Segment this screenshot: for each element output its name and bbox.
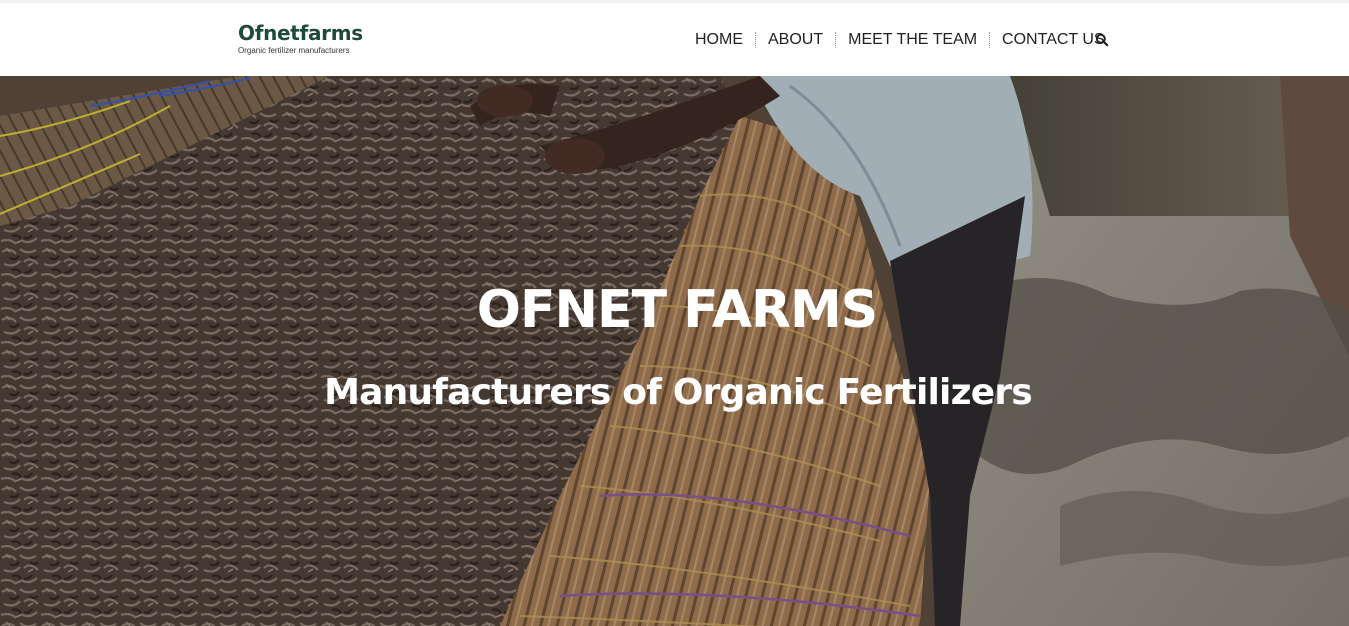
hero-overlay <box>0 76 1349 626</box>
hero-subtitle: Manufacturers of Organic Fertilizers <box>324 372 1033 413</box>
site-logo[interactable]: Ofnetfarms Organic fertilizer manufactur… <box>238 21 363 56</box>
hero-title: OFNET FARMS <box>476 280 878 340</box>
site-tagline: Organic fertilizer manufacturers <box>238 46 350 55</box>
nav-item-about[interactable]: ABOUT <box>756 30 835 50</box>
hero-banner: OFNET FARMS Manufacturers of Organic Fer… <box>0 76 1349 626</box>
main-nav: HOME ABOUT MEET THE TEAM CONTACT US <box>683 30 1117 50</box>
site-title[interactable]: Ofnetfarms <box>238 21 363 45</box>
search-icon[interactable] <box>1095 33 1109 47</box>
nav-item-home[interactable]: HOME <box>683 30 755 50</box>
nav-item-meet-the-team[interactable]: MEET THE TEAM <box>836 30 989 50</box>
site-header: Ofnetfarms Organic fertilizer manufactur… <box>0 3 1349 76</box>
